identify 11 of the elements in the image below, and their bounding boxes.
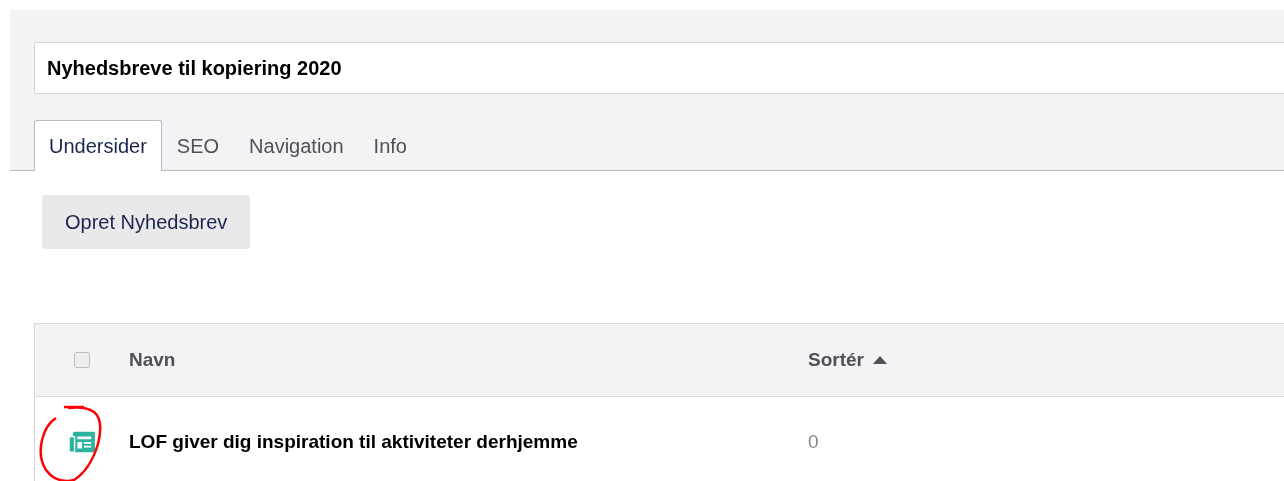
create-newsletter-button[interactable]: Opret Nyhedsbrev [42, 195, 251, 249]
sort-value-text: 0 [808, 430, 819, 452]
tab[interactable]: SEO [161, 120, 235, 171]
title-field[interactable]: Nyhedsbreve til kopiering 2020 [34, 42, 1284, 94]
column-header[interactable]: Navn [129, 345, 176, 375]
page-name-link[interactable]: LOF giver dig inspiration til aktiviteter derhjemme [129, 430, 578, 452]
tab[interactable]: Navigation [234, 120, 359, 171]
tab[interactable]: Info [358, 120, 422, 171]
select-all-checkbox[interactable] [74, 352, 90, 368]
column-header[interactable]: Sortér [808, 345, 864, 375]
tab[interactable]: Undersider [34, 120, 162, 171]
